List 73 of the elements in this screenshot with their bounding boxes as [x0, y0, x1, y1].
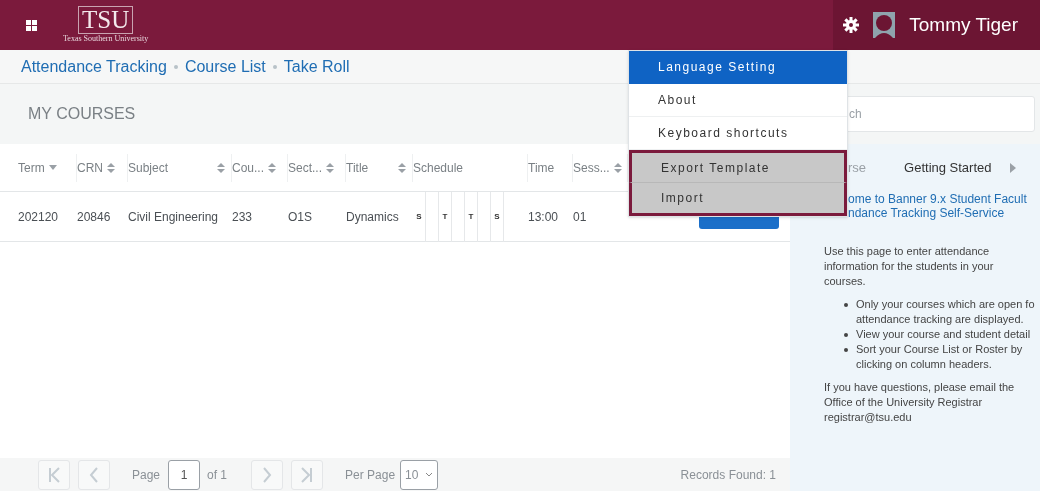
first-page-icon [48, 466, 60, 483]
schedule-day: T [468, 210, 474, 223]
last-page-icon [301, 466, 314, 483]
bullet-text: View your course and student detail [856, 327, 1031, 342]
page-count: of 1 [207, 466, 228, 484]
table-cell-text: 13:00 [528, 208, 560, 226]
bullet-text: attendance tracking are displayed. [856, 312, 1025, 327]
column-header[interactable]: Title [346, 158, 369, 177]
next-page-button[interactable] [251, 459, 284, 490]
breadcrumb-link[interactable]: Take Roll [283, 54, 350, 79]
menu-item[interactable]: About [629, 84, 847, 117]
first-page-button[interactable] [38, 459, 70, 490]
settings-icon[interactable] [843, 17, 860, 33]
sort-icon [268, 162, 276, 173]
avatar-icon[interactable] [873, 12, 896, 38]
previous-page-button[interactable] [78, 459, 110, 490]
table-cell-text: 20846 [77, 208, 112, 226]
menu-item[interactable]: Export Template [629, 150, 847, 183]
last-page-button[interactable] [291, 459, 324, 490]
bullet-text: Only your courses which are open fo [856, 297, 1035, 312]
bullet-text: clicking on column headers. [856, 357, 993, 372]
table-cell-text: 202120 [18, 208, 60, 226]
page-label: Page [132, 466, 161, 484]
schedule-day: T [442, 210, 448, 223]
records-found: Records Found: 1 [680, 466, 776, 484]
sort-icon [107, 162, 115, 173]
per-page-label: Per Page [345, 466, 396, 484]
table-cell-text: O1S [288, 208, 313, 226]
page-field[interactable]: 1 [168, 459, 201, 490]
table-cell-text: Civil Engineering [128, 208, 220, 226]
column-header[interactable]: Schedule [413, 158, 464, 177]
table-cell-text: 233 [232, 208, 254, 226]
logo: TSU [78, 6, 134, 34]
bullet-icon [844, 303, 848, 307]
menu-item[interactable]: Keyboard shortcuts [629, 117, 847, 150]
arrow-right-icon[interactable] [1009, 163, 1016, 173]
table-cell-text: 01 [573, 208, 588, 226]
sort-icon [613, 162, 622, 173]
sort-icon [217, 162, 225, 173]
table-cell-text: Dynamics [346, 208, 400, 226]
chevron-right-icon [262, 466, 273, 483]
separator-dot-icon [173, 64, 178, 69]
separator-dot-icon [272, 64, 277, 69]
intro-text: Use this page to enter attendance information for the students in your courses. [824, 244, 995, 289]
column-header[interactable]: Cou... [232, 158, 264, 177]
chevron-left-icon [89, 466, 99, 483]
breadcrumb-link[interactable]: Attendance Tracking [21, 54, 167, 79]
menu-item[interactable]: Language Setting [629, 51, 847, 84]
sort-down-icon [48, 164, 57, 171]
panel-heading: ome to Banner 9.x Student Facult [848, 192, 1028, 206]
grid-menu-icon[interactable] [26, 19, 37, 31]
logo-subtitle: Texas Southern University [63, 34, 149, 44]
breadcrumb-link[interactable]: Course List [184, 54, 266, 79]
sort-icon [398, 162, 406, 173]
panel-heading: ndance Tracking Self-Service [848, 206, 1006, 220]
schedule-day: S [494, 210, 500, 223]
caret-icon [425, 472, 434, 477]
panel-tab[interactable]: Getting Started [904, 158, 992, 178]
column-header[interactable]: Subject [128, 158, 169, 177]
column-header[interactable]: Sect... [288, 158, 322, 177]
email-link[interactable]: registrar@tsu.edu [824, 410, 1040, 425]
column-header[interactable]: CRN [77, 158, 103, 177]
column-header[interactable]: Term [18, 158, 45, 177]
column-header[interactable]: Time [528, 158, 555, 177]
bullet-text: Sort your Course List or Roster by [856, 342, 1023, 357]
menu-item[interactable]: Import [629, 183, 847, 216]
per-page-select[interactable]: 10 [400, 459, 439, 490]
bullet-icon [844, 348, 848, 352]
schedule-day: S [416, 210, 422, 223]
page-title: MY COURSES [28, 104, 136, 124]
sort-icon [326, 162, 334, 173]
bullet-icon [844, 333, 848, 337]
column-header[interactable]: Sess... [573, 158, 610, 177]
